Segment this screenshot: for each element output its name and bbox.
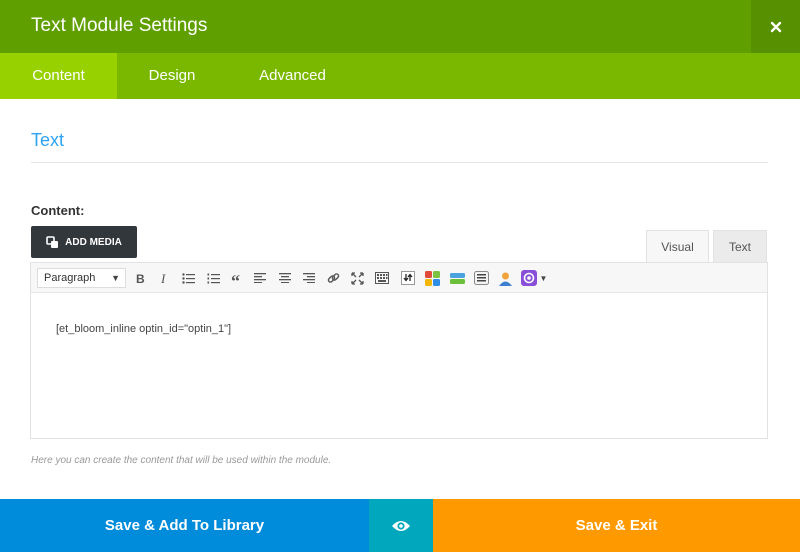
section-divider bbox=[31, 162, 768, 163]
modal-footer: Save & Add To Library Save & Exit bbox=[0, 499, 800, 552]
settings-tabs: Content Design Advanced bbox=[0, 53, 800, 99]
close-button[interactable] bbox=[751, 0, 800, 53]
italic-icon: I bbox=[160, 272, 166, 284]
italic-button[interactable]: I bbox=[154, 268, 174, 288]
save-exit-button[interactable]: Save & Exit bbox=[433, 499, 800, 552]
align-center-icon bbox=[279, 273, 291, 283]
bold-icon: B bbox=[136, 272, 145, 284]
add-media-icon bbox=[46, 235, 59, 248]
link-button[interactable] bbox=[323, 268, 343, 288]
bold-button[interactable]: B bbox=[130, 268, 150, 288]
bloom-import-icon bbox=[401, 271, 415, 285]
list-shortcode-icon bbox=[473, 271, 489, 285]
tab-text[interactable]: Text bbox=[713, 230, 767, 263]
chevron-down-icon: ▼ bbox=[539, 273, 548, 283]
format-select-value: Paragraph bbox=[44, 272, 96, 284]
numbered-list-button[interactable] bbox=[203, 268, 223, 288]
user-shortcode-button[interactable] bbox=[495, 268, 515, 288]
bloom-optin-icon bbox=[520, 270, 537, 286]
add-media-label: ADD MEDIA bbox=[65, 236, 122, 248]
fullscreen-button[interactable] bbox=[347, 268, 367, 288]
svg-text:“: “ bbox=[231, 273, 240, 284]
modal-header: Text Module Settings bbox=[0, 0, 800, 53]
bullet-list-icon bbox=[181, 272, 195, 284]
fullscreen-icon bbox=[350, 271, 364, 285]
section-title[interactable]: Text bbox=[31, 130, 64, 151]
toolbar-toggle-icon bbox=[375, 272, 389, 284]
svg-text:I: I bbox=[160, 272, 166, 284]
align-right-button[interactable] bbox=[299, 268, 319, 288]
align-right-icon bbox=[303, 273, 315, 283]
format-select[interactable]: Paragraph ▼ bbox=[37, 268, 126, 288]
toolbar-toggle-button[interactable] bbox=[372, 268, 392, 288]
bloom-import-button[interactable] bbox=[398, 268, 418, 288]
blockquote-icon: “ bbox=[231, 273, 240, 284]
chevron-down-icon: ▼ bbox=[111, 273, 120, 283]
layout-blocks-icon bbox=[424, 270, 440, 286]
divider-shortcode-icon bbox=[449, 272, 465, 284]
blockquote-button[interactable]: “ bbox=[227, 268, 247, 288]
save-add-to-library-button[interactable]: Save & Add To Library bbox=[0, 499, 369, 552]
divider-shortcode-button[interactable] bbox=[447, 268, 467, 288]
align-left-icon bbox=[254, 273, 266, 283]
align-center-button[interactable] bbox=[275, 268, 295, 288]
align-left-button[interactable] bbox=[250, 268, 270, 288]
numbered-list-icon bbox=[207, 273, 220, 283]
tab-design[interactable]: Design bbox=[117, 53, 227, 99]
link-icon bbox=[327, 272, 339, 283]
svg-text:B: B bbox=[136, 272, 145, 284]
content-editor[interactable]: Paragraph ▼ B I “ ▼ [et_bloom_inline opt… bbox=[30, 262, 768, 439]
modal-title: Text Module Settings bbox=[31, 15, 208, 36]
add-media-button[interactable]: ADD MEDIA bbox=[31, 226, 137, 258]
tab-content[interactable]: Content bbox=[0, 53, 117, 99]
bloom-optin-button[interactable]: ▼ bbox=[519, 268, 549, 288]
editor-content[interactable]: [et_bloom_inline optin_id="optin_1"] bbox=[56, 323, 231, 335]
preview-button[interactable] bbox=[369, 499, 433, 552]
layout-blocks-button[interactable] bbox=[422, 268, 442, 288]
list-shortcode-button[interactable] bbox=[471, 268, 491, 288]
close-icon bbox=[770, 21, 781, 32]
user-shortcode-icon bbox=[498, 272, 512, 286]
tab-advanced[interactable]: Advanced bbox=[227, 53, 358, 99]
editor-toolbar: Paragraph ▼ B I “ ▼ bbox=[31, 263, 767, 293]
tab-visual[interactable]: Visual bbox=[646, 230, 709, 263]
eye-icon bbox=[392, 520, 410, 531]
content-field-label: Content: bbox=[31, 203, 85, 218]
content-help-text: Here you can create the content that wil… bbox=[31, 455, 332, 466]
bullet-list-button[interactable] bbox=[178, 268, 198, 288]
